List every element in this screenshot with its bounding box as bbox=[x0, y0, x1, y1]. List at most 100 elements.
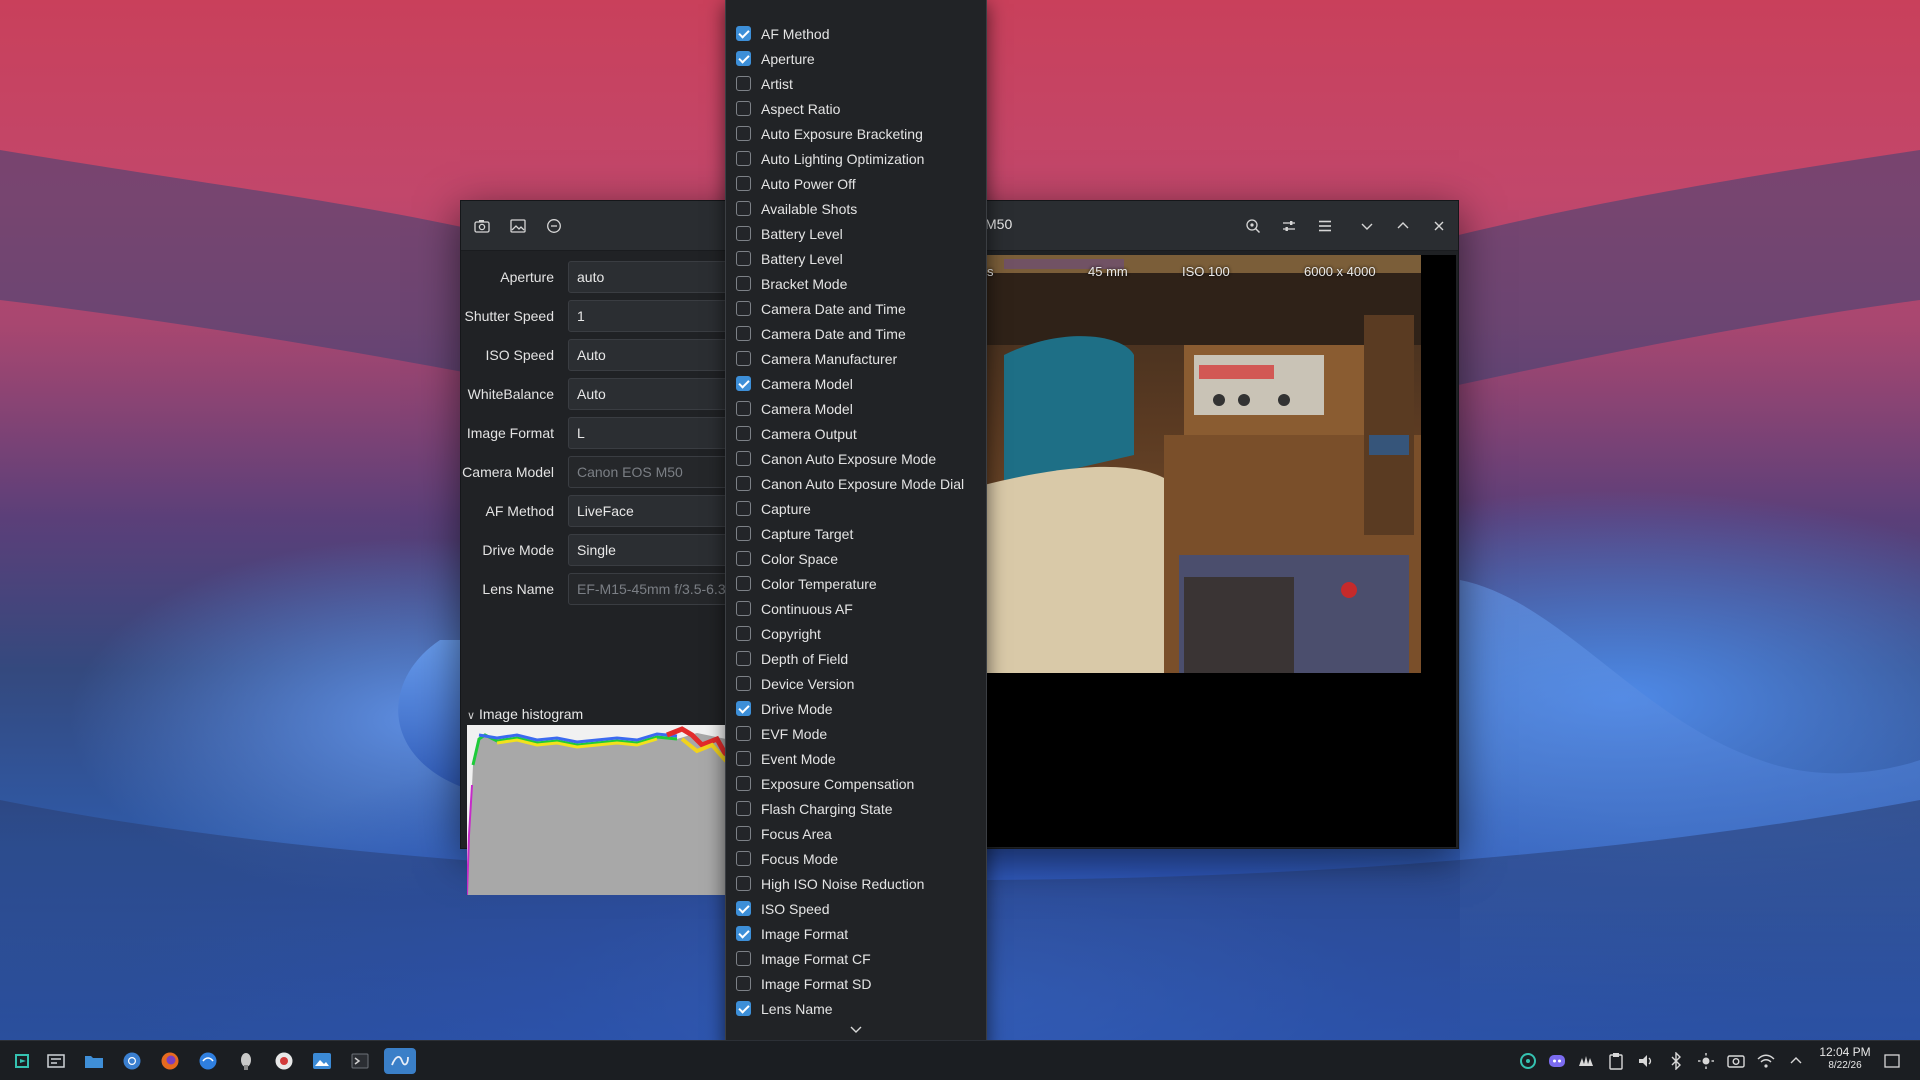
property-option[interactable]: Auto Lighting Optimization bbox=[736, 146, 976, 171]
scroll-down-icon[interactable] bbox=[846, 1022, 866, 1040]
game-icon[interactable] bbox=[232, 1048, 260, 1074]
property-option[interactable]: High ISO Noise Reduction bbox=[736, 871, 976, 896]
property-checkbox[interactable] bbox=[736, 526, 751, 541]
expand-tray-icon[interactable] bbox=[1786, 1051, 1806, 1071]
menu-icon[interactable] bbox=[1312, 213, 1338, 239]
property-checkbox[interactable] bbox=[736, 176, 751, 191]
property-checkbox[interactable] bbox=[736, 401, 751, 416]
property-option[interactable]: Color Space bbox=[736, 546, 976, 571]
steam-icon[interactable] bbox=[1576, 1051, 1596, 1071]
clock[interactable]: 12:04 PM 8/22/26 bbox=[1810, 1045, 1880, 1071]
property-option[interactable]: Capture bbox=[736, 496, 976, 521]
property-option[interactable]: Camera Date and Time bbox=[736, 321, 976, 346]
property-option[interactable]: Canon Auto Exposure Mode bbox=[736, 446, 976, 471]
setting-value-field[interactable]: LiveFace bbox=[568, 495, 738, 527]
property-checkbox[interactable] bbox=[736, 776, 751, 791]
property-option[interactable]: Lens Name bbox=[736, 996, 976, 1021]
chevron-down-icon[interactable]: ∨ bbox=[467, 710, 475, 722]
property-checkbox[interactable] bbox=[736, 901, 751, 916]
property-checkbox[interactable] bbox=[736, 201, 751, 216]
property-option[interactable]: Aperture bbox=[736, 46, 976, 71]
property-checkbox[interactable] bbox=[736, 126, 751, 141]
property-checkbox[interactable] bbox=[736, 326, 751, 341]
setting-value-field[interactable]: L bbox=[568, 417, 738, 449]
property-option[interactable]: Camera Manufacturer bbox=[736, 346, 976, 371]
property-option[interactable]: Image Format CF bbox=[736, 946, 976, 971]
camera-icon[interactable] bbox=[469, 213, 495, 239]
show-desktop-icon[interactable] bbox=[1882, 1051, 1902, 1071]
property-option[interactable]: Continuous AF bbox=[736, 596, 976, 621]
property-checkbox[interactable] bbox=[736, 576, 751, 591]
histogram-header[interactable]: ∨ Image histogram bbox=[467, 706, 583, 722]
wifi-icon[interactable] bbox=[1756, 1051, 1776, 1071]
property-option[interactable]: Event Mode bbox=[736, 746, 976, 771]
property-option[interactable]: Flash Charging State bbox=[736, 796, 976, 821]
property-checkbox[interactable] bbox=[736, 601, 751, 616]
zoom-icon[interactable] bbox=[1240, 213, 1266, 239]
property-checkbox[interactable] bbox=[736, 351, 751, 366]
property-checkbox[interactable] bbox=[736, 101, 751, 116]
property-checkbox[interactable] bbox=[736, 651, 751, 666]
close-icon[interactable] bbox=[1426, 213, 1452, 239]
property-option[interactable]: Auto Exposure Bracketing bbox=[736, 121, 976, 146]
property-checkbox[interactable] bbox=[736, 551, 751, 566]
property-option[interactable]: AF Method bbox=[736, 21, 976, 46]
property-option[interactable]: Color Temperature bbox=[736, 571, 976, 596]
property-checkbox[interactable] bbox=[736, 801, 751, 816]
entangle-icon[interactable] bbox=[384, 1048, 416, 1074]
property-checkbox[interactable] bbox=[736, 151, 751, 166]
property-checkbox[interactable] bbox=[736, 301, 751, 316]
bluetooth-icon[interactable] bbox=[1666, 1051, 1686, 1071]
screenshot-icon[interactable] bbox=[1726, 1051, 1746, 1071]
property-option[interactable]: Exposure Compensation bbox=[736, 771, 976, 796]
chromium-icon[interactable] bbox=[118, 1048, 146, 1074]
setting-value-field[interactable]: Auto bbox=[568, 339, 738, 371]
firefox-icon[interactable] bbox=[156, 1048, 184, 1074]
property-checkbox[interactable] bbox=[736, 876, 751, 891]
property-checkbox[interactable] bbox=[736, 426, 751, 441]
browser-icon[interactable] bbox=[194, 1048, 222, 1074]
brightness-icon[interactable] bbox=[1696, 1051, 1716, 1071]
property-checkbox[interactable] bbox=[736, 76, 751, 91]
terminal-icon[interactable] bbox=[346, 1048, 374, 1074]
property-checkbox[interactable] bbox=[736, 751, 751, 766]
property-checkbox[interactable] bbox=[736, 726, 751, 741]
property-checkbox[interactable] bbox=[736, 251, 751, 266]
image-icon[interactable] bbox=[505, 213, 531, 239]
setting-value-field[interactable]: auto bbox=[568, 261, 738, 293]
task-manager-icon[interactable] bbox=[42, 1048, 70, 1074]
property-checkbox[interactable] bbox=[736, 501, 751, 516]
file-manager-icon[interactable] bbox=[80, 1048, 108, 1074]
property-option[interactable]: Auto Power Off bbox=[736, 171, 976, 196]
property-option[interactable]: Artist bbox=[736, 71, 976, 96]
clipboard-icon[interactable] bbox=[1606, 1051, 1626, 1071]
property-option[interactable]: Aspect Ratio bbox=[736, 96, 976, 121]
property-option[interactable]: EVF Mode bbox=[736, 721, 976, 746]
circle-app-icon[interactable] bbox=[270, 1048, 298, 1074]
sync-icon[interactable] bbox=[1518, 1051, 1538, 1071]
property-checkbox[interactable] bbox=[736, 826, 751, 841]
property-option[interactable]: ISO Speed bbox=[736, 896, 976, 921]
property-checkbox[interactable] bbox=[736, 226, 751, 241]
property-checkbox[interactable] bbox=[736, 26, 751, 41]
property-option[interactable]: Image Format bbox=[736, 921, 976, 946]
setting-value-field[interactable]: Single bbox=[568, 534, 738, 566]
property-option[interactable]: Canon Auto Exposure Mode Dial bbox=[736, 471, 976, 496]
volume-icon[interactable] bbox=[1636, 1051, 1656, 1071]
minus-circle-icon[interactable] bbox=[541, 213, 567, 239]
property-checkbox[interactable] bbox=[736, 676, 751, 691]
property-checkbox[interactable] bbox=[736, 951, 751, 966]
property-option[interactable]: Drive Mode bbox=[736, 696, 976, 721]
photo-app-icon[interactable] bbox=[308, 1048, 336, 1074]
setting-value-field[interactable]: 1 bbox=[568, 300, 738, 332]
property-option[interactable]: Battery Level bbox=[736, 246, 976, 271]
maximize-chevron-icon[interactable] bbox=[1390, 213, 1416, 239]
property-checkbox[interactable] bbox=[736, 926, 751, 941]
property-option[interactable]: Bracket Mode bbox=[736, 271, 976, 296]
property-checkbox[interactable] bbox=[736, 976, 751, 991]
property-option[interactable]: Image Format SD bbox=[736, 971, 976, 996]
property-option[interactable]: Available Shots bbox=[736, 196, 976, 221]
property-option[interactable]: Copyright bbox=[736, 621, 976, 646]
adjust-icon[interactable] bbox=[1276, 213, 1302, 239]
property-option[interactable]: Camera Output bbox=[736, 421, 976, 446]
